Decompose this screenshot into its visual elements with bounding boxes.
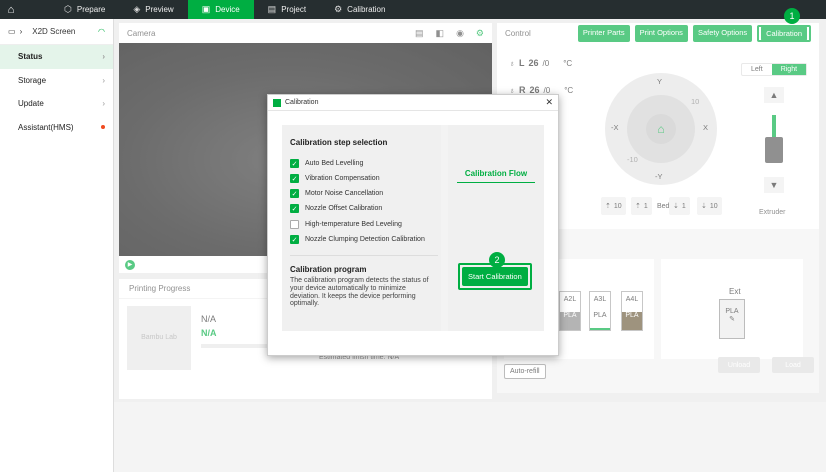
tab-prepare[interactable]: ⬡ Prepare bbox=[50, 0, 119, 19]
checkbox-checked-icon[interactable]: ✓ bbox=[290, 174, 299, 183]
tab-label: Calibration bbox=[347, 5, 386, 14]
checkbox-checked-icon[interactable]: ✓ bbox=[290, 204, 299, 213]
section-divider bbox=[290, 255, 438, 256]
top-nav-bar: ⌂ ⬡ Prepare ◈ Preview ▣ Device ▤ Project… bbox=[0, 0, 826, 19]
step-motor-noise-cancellation[interactable]: ✓ Motor Noise Cancellation bbox=[290, 189, 383, 198]
alert-dot-icon bbox=[101, 125, 105, 130]
step-label: High-temperature Bed Leveling bbox=[305, 221, 402, 228]
sidebar-item-update[interactable]: Update › bbox=[0, 92, 113, 116]
calibration-dialog: Calibration ✕ Calibration step selection… bbox=[267, 94, 559, 356]
flow-underline bbox=[457, 182, 535, 183]
step-nozzle-offset-calibration[interactable]: ✓ Nozzle Offset Calibration bbox=[290, 204, 382, 213]
step-selection-title: Calibration step selection bbox=[290, 138, 388, 147]
project-icon: ▤ bbox=[267, 4, 277, 14]
sidebar-item-label: Update bbox=[18, 99, 44, 109]
checkbox-checked-icon[interactable]: ✓ bbox=[290, 159, 299, 168]
sidebar-item-label: Status bbox=[18, 52, 43, 62]
layers-icon: ◈ bbox=[133, 4, 141, 14]
tab-project[interactable]: ▤ Project bbox=[254, 0, 320, 19]
printer-icon: ▭ bbox=[8, 27, 16, 36]
printer-selector[interactable]: ▭ › X2D Screen ◠ bbox=[0, 19, 113, 45]
close-icon[interactable]: ✕ bbox=[545, 97, 553, 108]
tab-device[interactable]: ▣ Device bbox=[187, 0, 254, 19]
chevron-right-icon: › bbox=[102, 99, 105, 109]
cube-icon: ⬡ bbox=[64, 4, 72, 14]
chevron-right-icon: › bbox=[102, 75, 105, 85]
sidebar-item-hms[interactable]: Assistant(HMS) bbox=[0, 116, 113, 140]
device-sidebar: ▭ › X2D Screen ◠ Status › Storage › Upda… bbox=[0, 19, 114, 472]
start-calibration-button[interactable]: Start Calibration bbox=[462, 267, 528, 286]
step-label: Motor Noise Cancellation bbox=[305, 190, 384, 197]
step-auto-bed-levelling[interactable]: ✓ Auto Bed Levelling bbox=[290, 159, 363, 168]
gear-icon: ⚙ bbox=[334, 4, 343, 14]
printer-name: X2D Screen bbox=[32, 27, 76, 36]
checkbox-unchecked-icon[interactable] bbox=[290, 220, 299, 229]
step-label: Nozzle Clumping Detection Calibration bbox=[305, 236, 425, 243]
chevron-right-icon: › bbox=[102, 52, 105, 62]
tab-preview[interactable]: ◈ Preview bbox=[119, 0, 187, 19]
device-icon: ▣ bbox=[201, 4, 211, 14]
annotation-badge: 1 bbox=[784, 8, 800, 24]
wifi-icon: ◠ bbox=[98, 27, 105, 36]
tab-label: Prepare bbox=[76, 5, 106, 14]
dialog-title: Calibration bbox=[285, 99, 319, 106]
annotation-badge: 2 bbox=[489, 252, 505, 268]
step-label: Vibration Compensation bbox=[305, 175, 380, 182]
home-icon[interactable]: ⌂ bbox=[0, 0, 22, 19]
step-vibration-compensation[interactable]: ✓ Vibration Compensation bbox=[290, 174, 380, 183]
chevron-right-icon: › bbox=[19, 27, 23, 36]
sidebar-item-storage[interactable]: Storage › bbox=[0, 69, 113, 93]
checkbox-checked-icon[interactable]: ✓ bbox=[290, 235, 299, 244]
app-logo-icon bbox=[273, 98, 281, 107]
step-high-temp-bed-leveling[interactable]: High-temperature Bed Leveling bbox=[290, 220, 402, 229]
step-label: Auto Bed Levelling bbox=[305, 160, 364, 167]
flow-title: Calibration Flow bbox=[464, 169, 528, 178]
calibration-flow-section: Calibration Flow Start Calibration bbox=[448, 125, 544, 331]
checkbox-checked-icon[interactable]: ✓ bbox=[290, 189, 299, 198]
calibration-steps-section: Calibration step selection ✓ Auto Bed Le… bbox=[282, 125, 441, 331]
tab-label: Project bbox=[281, 5, 307, 14]
sidebar-item-label: Assistant(HMS) bbox=[18, 122, 74, 132]
tab-label: Device bbox=[215, 5, 240, 14]
program-title: Calibration program bbox=[290, 265, 367, 274]
step-nozzle-clumping-detection[interactable]: ✓ Nozzle Clumping Detection Calibration bbox=[290, 235, 425, 244]
program-description: The calibration program detects the stat… bbox=[290, 277, 429, 308]
tab-calibration[interactable]: ⚙ Calibration bbox=[320, 0, 399, 19]
dialog-body: Calibration step selection ✓ Auto Bed Le… bbox=[282, 125, 544, 331]
step-label: Nozzle Offset Calibration bbox=[305, 205, 383, 212]
sidebar-item-status[interactable]: Status › bbox=[0, 45, 113, 69]
sidebar-item-label: Storage bbox=[18, 75, 47, 85]
tab-label: Preview bbox=[145, 5, 174, 14]
